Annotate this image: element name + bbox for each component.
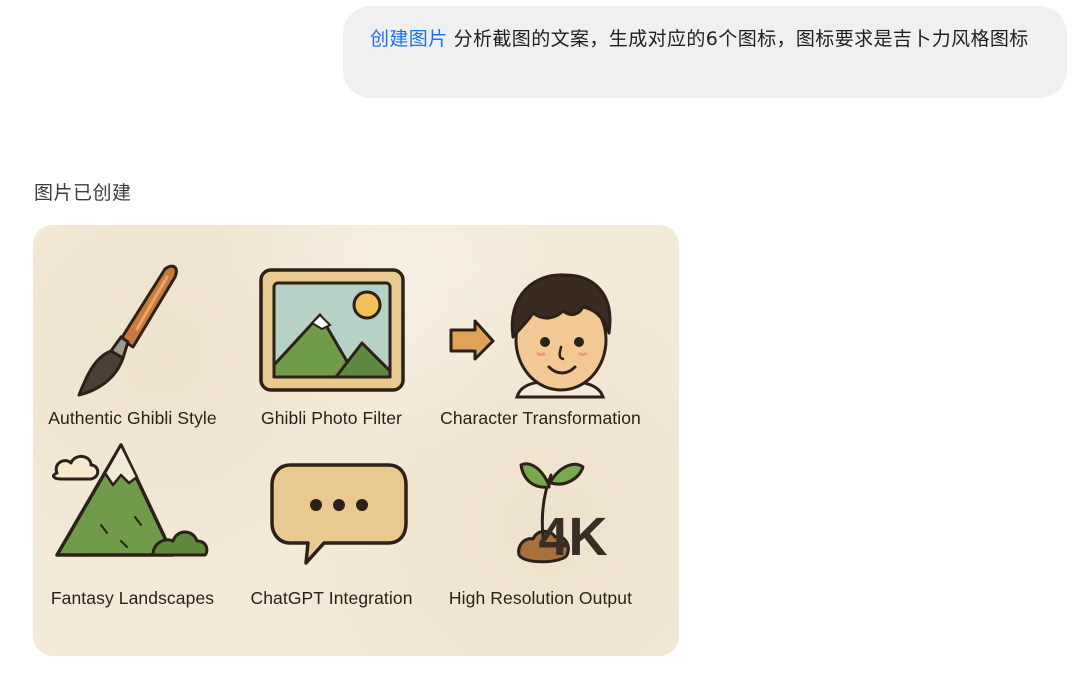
icon-caption: High Resolution Output	[448, 588, 633, 608]
user-message-bubble: 创建图片 分析截图的文案，生成对应的6个图标，图标要求是吉卜力风格图标	[343, 6, 1067, 98]
user-message-text: 分析截图的文案，生成对应的6个图标，图标要求是吉卜力风格图标	[453, 28, 1029, 50]
chat-view: 创建图片 分析截图的文案，生成对应的6个图标，图标要求是吉卜力风格图标 图片已创建…	[0, 0, 1080, 679]
paintbrush-icon	[77, 264, 178, 397]
speech-bubble-icon	[270, 463, 408, 565]
framed-picture-icon	[259, 268, 405, 392]
icon-tile-high-res: 4K High Resolution Output	[433, 405, 648, 620]
sprout-4k-icon: 4K	[517, 462, 608, 567]
generated-image[interactable]: Authentic Ghibli Style Ghibli Photo Filt…	[33, 225, 679, 656]
create-image-tag[interactable]: 创建图片	[370, 28, 448, 50]
character-face-icon	[449, 273, 612, 399]
icon-tile-landscapes: Fantasy Landscapes	[33, 405, 240, 620]
icon-caption: ChatGPT Integration	[250, 588, 413, 608]
mountain-icon	[52, 443, 209, 557]
badge-4k-text: 4K	[538, 507, 607, 567]
icon-tile-chatgpt: ChatGPT Integration	[224, 405, 439, 620]
image-created-status: 图片已创建	[34, 182, 132, 204]
icon-caption: Fantasy Landscapes	[50, 588, 215, 608]
